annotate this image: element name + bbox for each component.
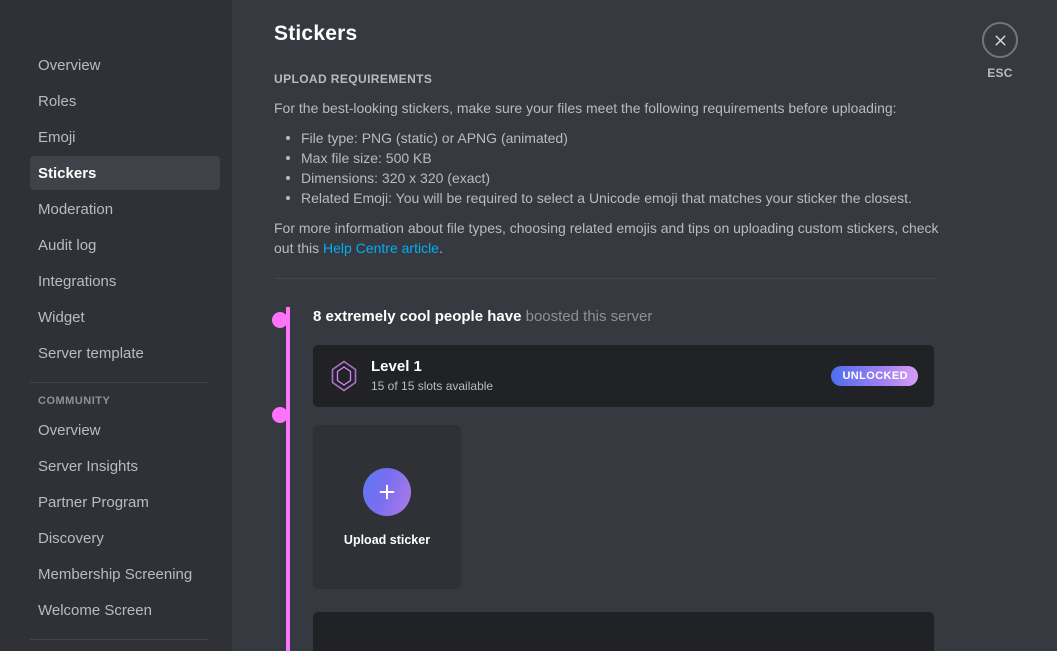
esc-label: ESC xyxy=(987,66,1013,80)
sidebar-item-integrations[interactable]: Integrations xyxy=(30,264,220,298)
boost-content: 8 extremely cool people have boosted thi… xyxy=(313,307,937,651)
sidebar-item-label: Partner Program xyxy=(38,493,149,511)
server-boost-section: 8 extremely cool people have boosted thi… xyxy=(272,307,937,651)
boost-headline-count: 8 extremely cool people have xyxy=(313,308,522,325)
boost-level-card[interactable]: Level 1 15 of 15 slots available UNLOCKE… xyxy=(313,345,934,407)
sidebar-item-label: Integrations xyxy=(38,272,117,290)
requirement-item-dimensions: Dimensions: 320 x 320 (exact) xyxy=(274,168,1057,188)
upload-sticker-button[interactable]: Upload sticker xyxy=(313,425,461,589)
sidebar-item-label: Stickers xyxy=(38,164,97,182)
sidebar-item-label: Roles xyxy=(38,92,77,110)
sidebar-item-overview[interactable]: Overview xyxy=(30,48,220,82)
boost-level-slots: 15 of 15 slots available xyxy=(371,379,494,393)
close-x-icon[interactable] xyxy=(982,22,1018,58)
sidebar-item-audit-log[interactable]: Audit log xyxy=(30,228,220,262)
sidebar-item-label: Discovery xyxy=(38,529,104,547)
sidebar-item-label: Emoji xyxy=(38,128,76,146)
sidebar-item-discovery[interactable]: Discovery xyxy=(30,521,220,555)
sidebar-community-section: Overview Server Insights Partner Program… xyxy=(0,413,232,627)
requirement-item-related-emoji: Related Emoji: You will be required to s… xyxy=(274,188,1057,208)
boost-gem-icon xyxy=(331,360,357,392)
sidebar-item-server-insights[interactable]: Server Insights xyxy=(30,449,220,483)
boost-headline-rest: boosted this server xyxy=(521,308,653,325)
content-divider xyxy=(274,278,937,279)
settings-sidebar: Overview Roles Emoji Stickers Moderation… xyxy=(0,0,232,651)
sidebar-item-label: Widget xyxy=(38,308,85,326)
sidebar-server-section: Overview Roles Emoji Stickers Moderation… xyxy=(0,48,232,370)
sidebar-item-label: Overview xyxy=(38,56,101,74)
sidebar-item-server-template[interactable]: Server template xyxy=(30,336,220,370)
sticker-grid: Upload sticker xyxy=(313,425,937,589)
sidebar-item-welcome-screen[interactable]: Welcome Screen xyxy=(30,593,220,627)
sidebar-divider xyxy=(30,382,208,383)
sidebar-item-label: Overview xyxy=(38,421,101,439)
boost-level-text: Level 1 15 of 15 slots available xyxy=(371,358,831,394)
requirement-item-max-file-size: Max file size: 500 KB xyxy=(274,148,1057,168)
boost-level-name: Level 1 xyxy=(371,358,422,375)
more-info-suffix: . xyxy=(438,240,443,256)
upload-requirements-label: UPLOAD REQUIREMENTS xyxy=(274,72,433,86)
requirement-item-file-type: File type: PNG (static) or APNG (animate… xyxy=(274,128,1057,148)
boost-headline: 8 extremely cool people have boosted thi… xyxy=(313,307,937,327)
sidebar-item-label: Server template xyxy=(38,344,144,362)
upload-sticker-label: Upload sticker xyxy=(343,532,431,547)
sidebar-item-label: Welcome Screen xyxy=(38,601,152,619)
sidebar-section-header-community: Community xyxy=(38,395,111,407)
status-badge-unlocked: UNLOCKED xyxy=(831,366,918,386)
sidebar-item-label: Audit log xyxy=(38,236,97,254)
sidebar-item-stickers[interactable]: Stickers xyxy=(30,156,220,190)
more-information-paragraph: For more information about file types, c… xyxy=(274,218,939,258)
server-settings-window: Overview Roles Emoji Stickers Moderation… xyxy=(0,0,1057,651)
upload-requirements-intro: For the best-looking stickers, make sure… xyxy=(274,100,897,116)
sidebar-item-label: Membership Screening xyxy=(38,565,193,583)
sidebar-item-community-overview[interactable]: Overview xyxy=(30,413,220,447)
boost-timeline-track xyxy=(286,307,290,651)
settings-content-pane: Stickers UPLOAD REQUIREMENTS For the bes… xyxy=(232,0,1057,651)
help-centre-article-link[interactable]: Help Centre article xyxy=(323,240,439,256)
plus-icon xyxy=(363,467,411,516)
sidebar-item-roles[interactable]: Roles xyxy=(30,84,220,118)
sidebar-item-moderation[interactable]: Moderation xyxy=(30,192,220,226)
sidebar-item-membership-screening[interactable]: Membership Screening xyxy=(30,557,220,591)
boost-level-card-next[interactable] xyxy=(313,612,934,651)
boost-timeline-dot-level-1 xyxy=(272,407,288,423)
upload-requirements-list: File type: PNG (static) or APNG (animate… xyxy=(274,128,1057,208)
boost-timeline-dot-top xyxy=(272,312,288,328)
sidebar-item-partner-program[interactable]: Partner Program xyxy=(30,485,220,519)
page-title: Stickers xyxy=(274,22,358,45)
sidebar-item-emoji[interactable]: Emoji xyxy=(30,120,220,154)
close-modal-button[interactable]: ESC xyxy=(970,22,1030,80)
sidebar-divider-boost xyxy=(30,639,208,640)
sidebar-item-label: Moderation xyxy=(38,200,114,218)
sidebar-item-label: Server Insights xyxy=(38,457,139,475)
sidebar-item-widget[interactable]: Widget xyxy=(30,300,220,334)
